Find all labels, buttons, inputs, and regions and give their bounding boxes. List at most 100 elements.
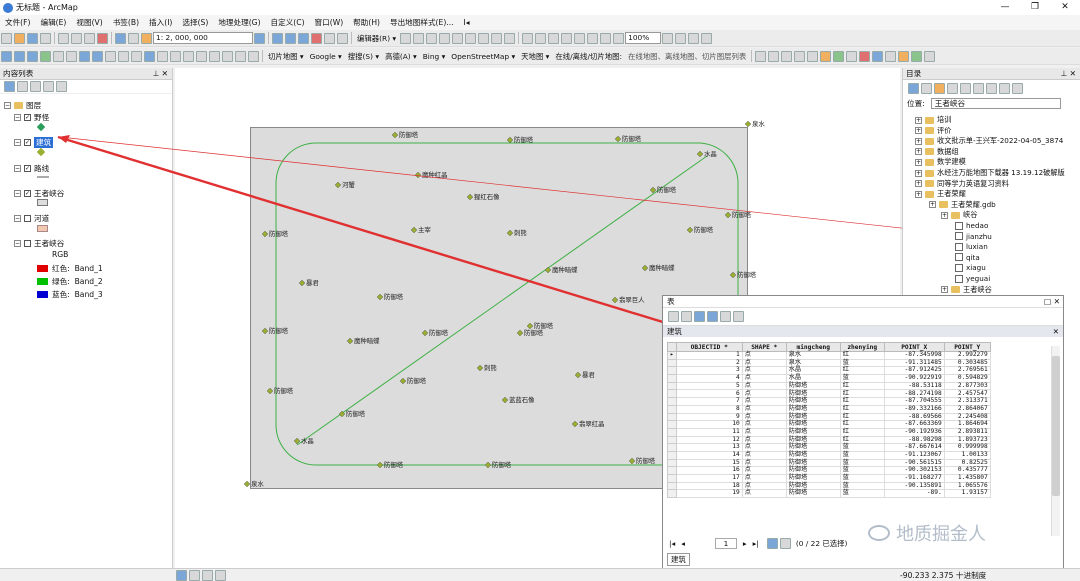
- table-cell[interactable]: 2.893811: [943, 427, 991, 437]
- catalog-item[interactable]: + 水经注万能地图下载器 13.19.12破解版: [915, 168, 1065, 178]
- map-feature[interactable]: 防御塔: [628, 456, 656, 465]
- row-selector[interactable]: [667, 420, 677, 429]
- table-cell[interactable]: 点: [741, 427, 787, 437]
- table-cell[interactable]: 点: [741, 489, 787, 499]
- window-controls[interactable]: □ ✕: [1044, 296, 1060, 308]
- table-cell[interactable]: 点: [741, 381, 787, 391]
- select-by-attributes-icon[interactable]: [694, 311, 705, 322]
- related-tables-icon[interactable]: [681, 311, 692, 322]
- table-cell[interactable]: 7: [675, 397, 743, 406]
- refresh-view-icon[interactable]: [202, 570, 213, 581]
- next-record-button[interactable]: ▸: [743, 539, 747, 548]
- switch-selection-icon[interactable]: [707, 311, 718, 322]
- map-feature[interactable]: 泉水: [243, 479, 264, 488]
- close-table-icon[interactable]: ✕: [1053, 326, 1059, 337]
- clear-table-selection-icon[interactable]: [720, 311, 731, 322]
- map-feature[interactable]: 防御塔: [376, 292, 404, 301]
- map-feature[interactable]: 刺熊: [476, 363, 497, 372]
- row-selector[interactable]: [667, 397, 677, 406]
- data-view-icon[interactable]: [176, 570, 187, 581]
- attribute-table[interactable]: OBJECTID * SHAPE * mingcheng zhenying POINT_…: [667, 342, 991, 499]
- table-row[interactable]: 5 点防御塔红 -88.53118 2.877303: [667, 381, 991, 391]
- row-selector[interactable]: [667, 404, 677, 414]
- catalog-item[interactable]: + 王者荣耀: [915, 189, 966, 199]
- catalog-item[interactable]: + 峡谷: [941, 210, 977, 220]
- table-scrollbar[interactable]: [1051, 346, 1060, 536]
- map-feature[interactable]: 魔种暗蝶: [641, 263, 675, 272]
- show-selected-records-icon[interactable]: [779, 537, 791, 549]
- forward-icon[interactable]: [921, 82, 932, 94]
- catalog-item[interactable]: + 王者峡谷: [941, 285, 992, 295]
- table-cell[interactable]: 2: [675, 358, 743, 368]
- catalog-item[interactable]: + 评价: [915, 126, 951, 136]
- table-cell[interactable]: 蓝: [839, 489, 885, 499]
- row-selector[interactable]: [667, 374, 677, 383]
- expand-icon[interactable]: +: [915, 148, 922, 156]
- disconnect-icon[interactable]: [973, 82, 984, 94]
- map-feature[interactable]: 防御塔: [261, 326, 289, 335]
- table-cell[interactable]: 2.877303: [943, 381, 991, 391]
- table-cell[interactable]: 红: [839, 427, 885, 437]
- table-cell[interactable]: 防御塔: [785, 427, 841, 437]
- previous-record-button[interactable]: ◂: [681, 539, 685, 548]
- map-feature[interactable]: 防御塔: [338, 409, 366, 418]
- row-selector[interactable]: [667, 466, 677, 475]
- location-combo[interactable]: 王者峡谷: [930, 97, 1061, 109]
- table-cell[interactable]: 11: [675, 427, 743, 437]
- table-row[interactable]: 11 点防御塔红 -90.192936 2.893811: [667, 427, 991, 437]
- map-feature[interactable]: 蓝蓝石像: [501, 395, 535, 404]
- table-cell[interactable]: 点: [741, 450, 787, 460]
- map-feature[interactable]: 刺熊: [506, 228, 527, 237]
- table-cell[interactable]: 红: [839, 381, 885, 391]
- row-selector[interactable]: [667, 389, 677, 399]
- pin-icon[interactable]: ⊥ ✕: [1061, 68, 1076, 80]
- map-feature[interactable]: 水晶: [293, 436, 314, 445]
- map-feature[interactable]: 翡翠红晶: [571, 419, 605, 428]
- table-options-icon[interactable]: [668, 311, 679, 322]
- layout-view-icon[interactable]: [189, 570, 200, 581]
- row-selector[interactable]: [667, 443, 677, 452]
- map-feature[interactable]: 暴君: [574, 371, 595, 379]
- row-selector[interactable]: [667, 481, 677, 491]
- map-feature[interactable]: 防御塔: [614, 134, 642, 143]
- expand-icon[interactable]: +: [915, 127, 922, 135]
- map-feature[interactable]: 泉水: [744, 119, 765, 128]
- table-cell[interactable]: 红: [839, 404, 885, 414]
- table-cell[interactable]: 5: [675, 381, 743, 391]
- map-feature[interactable]: 河蟹: [334, 180, 355, 189]
- options-icon[interactable]: [1012, 82, 1023, 94]
- table-cell[interactable]: 1.00133: [943, 450, 991, 460]
- catalog-item[interactable]: + 同等学力英语复习资料: [915, 179, 1009, 189]
- map-feature[interactable]: 防御塔: [484, 460, 512, 469]
- table-cell[interactable]: -90.192936: [883, 427, 945, 437]
- catalog-item[interactable]: + 收文批示单-王兴军-2022-04-05_3874: [915, 136, 1063, 146]
- home-icon[interactable]: [934, 82, 945, 94]
- show-all-records-icon[interactable]: [766, 537, 778, 549]
- map-feature[interactable]: 魔种红晶: [414, 170, 448, 179]
- catalog-item[interactable]: + 培训: [915, 115, 951, 125]
- table-tab[interactable]: 建筑: [667, 553, 690, 566]
- map-feature[interactable]: 防御塔: [686, 225, 714, 234]
- pause-drawing-icon[interactable]: [215, 570, 226, 581]
- row-selector[interactable]: [667, 458, 677, 468]
- map-feature[interactable]: 防御塔: [729, 270, 757, 279]
- delete-selected-icon[interactable]: [733, 311, 744, 322]
- row-selector[interactable]: [667, 427, 677, 437]
- table-cell[interactable]: 防御塔: [785, 404, 841, 414]
- map-feature[interactable]: 防御塔: [391, 130, 419, 139]
- catalog-item[interactable]: hedao: [955, 221, 988, 230]
- row-selector[interactable]: ▸: [667, 351, 677, 360]
- expand-icon[interactable]: +: [929, 201, 936, 209]
- expand-icon[interactable]: +: [915, 169, 922, 177]
- catalog-item[interactable]: luxian: [955, 242, 988, 251]
- connect-folder-icon[interactable]: [960, 82, 971, 94]
- table-cell[interactable]: 14: [675, 450, 743, 460]
- map-feature[interactable]: 水晶: [696, 149, 717, 158]
- map-feature[interactable]: 主宰: [410, 225, 431, 234]
- table-cell[interactable]: 19: [675, 489, 743, 499]
- last-record-button[interactable]: ▸|: [753, 539, 759, 548]
- row-selector[interactable]: [667, 450, 677, 460]
- first-record-button[interactable]: |◂: [669, 539, 675, 548]
- table-cell[interactable]: 6: [675, 389, 743, 399]
- row-selector[interactable]: [667, 412, 677, 422]
